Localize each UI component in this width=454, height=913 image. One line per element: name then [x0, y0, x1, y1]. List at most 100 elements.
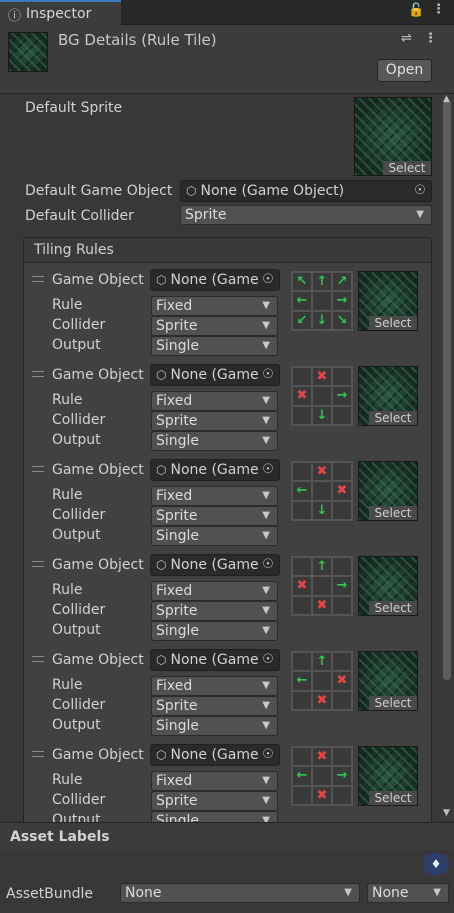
select-button[interactable]: Select [369, 696, 417, 710]
lock-icon[interactable]: 🔓 [408, 3, 424, 18]
rule-sprite-field[interactable]: Select [358, 461, 418, 521]
not-neighbor-x-icon[interactable]: ✖ [312, 690, 332, 710]
arrow-left-icon[interactable]: ← [292, 481, 312, 501]
rule-sprite-field[interactable]: Select [358, 271, 418, 331]
default-collider-dropdown[interactable]: Sprite ▼ [180, 205, 432, 225]
rule-type-dropdown[interactable]: Fixed ▼ [151, 771, 278, 791]
empty-cell[interactable] [292, 652, 312, 672]
rule-game-object-field[interactable]: ⬡ None (Game ☉ [150, 269, 280, 291]
empty-cell[interactable] [292, 785, 312, 805]
not-neighbor-x-icon[interactable]: ✖ [312, 785, 332, 805]
object-picker-icon[interactable]: ☉ [259, 367, 277, 383]
open-button[interactable]: Open [377, 59, 432, 82]
not-neighbor-x-icon[interactable]: ✖ [312, 747, 332, 767]
drag-handle-icon[interactable] [32, 276, 44, 282]
arrow-down-icon[interactable]: ↓ [312, 500, 332, 520]
select-button[interactable]: Select [369, 601, 417, 615]
object-picker-icon[interactable]: ☉ [259, 272, 277, 288]
kebab-menu-icon[interactable]: ⋮ [424, 31, 437, 46]
neighbor-rule-grid[interactable]: ↑ ← ✖ ✖ [291, 651, 353, 711]
arrow-left-icon[interactable]: ← [292, 291, 312, 311]
neighbor-rule-grid[interactable]: ✖ ← ✖ ↓ [291, 461, 353, 521]
output-dropdown[interactable]: Single ▼ [151, 526, 278, 546]
empty-cell[interactable] [312, 386, 332, 406]
empty-cell[interactable] [332, 462, 352, 482]
neighbor-rule-grid[interactable]: ✖ ← → ✖ [291, 746, 353, 806]
empty-cell[interactable] [332, 405, 352, 425]
neighbor-rule-grid[interactable]: ↖ ↑ ↗ ← → ↙ ↓ ↘ [291, 271, 353, 331]
empty-cell[interactable] [292, 595, 312, 615]
empty-cell[interactable] [292, 690, 312, 710]
tag-icon[interactable]: ♦ [423, 853, 449, 875]
output-dropdown[interactable]: Single ▼ [151, 716, 278, 736]
rule-game-object-field[interactable]: ⬡ None (Game ☉ [150, 364, 280, 386]
asset-bundle-variant-dropdown[interactable]: None ▼ [367, 883, 449, 903]
drag-handle-icon[interactable] [32, 656, 44, 662]
collider-dropdown[interactable]: Sprite ▼ [151, 411, 278, 431]
collider-dropdown[interactable]: Sprite ▼ [151, 601, 278, 621]
scrollbar-thumb[interactable] [443, 100, 451, 680]
collider-dropdown[interactable]: Sprite ▼ [151, 506, 278, 526]
empty-cell[interactable] [292, 557, 312, 577]
arrow-up-icon[interactable]: ↑ [312, 272, 332, 292]
neighbor-rule-grid[interactable]: ↑ ✖ → ✖ [291, 556, 353, 616]
object-picker-icon[interactable]: ☉ [259, 462, 277, 478]
scroll-up-icon[interactable]: ▲ [443, 94, 450, 104]
arrow-up-left-icon[interactable]: ↖ [292, 272, 312, 292]
rule-game-object-field[interactable]: ⬡ None (Game ☉ [150, 554, 280, 576]
not-neighbor-x-icon[interactable]: ✖ [292, 576, 312, 596]
drag-handle-icon[interactable] [32, 371, 44, 377]
rule-sprite-field[interactable]: Select [358, 651, 418, 711]
object-picker-icon[interactable]: ☉ [411, 183, 429, 199]
output-dropdown[interactable]: Single ▼ [151, 336, 278, 356]
empty-cell[interactable] [292, 462, 312, 482]
empty-cell[interactable] [292, 747, 312, 767]
empty-cell[interactable] [332, 785, 352, 805]
output-dropdown[interactable]: Single ▼ [151, 431, 278, 451]
arrow-down-icon[interactable]: ↓ [312, 405, 332, 425]
object-picker-icon[interactable]: ☉ [259, 747, 277, 763]
empty-cell[interactable] [332, 595, 352, 615]
rule-type-dropdown[interactable]: Fixed ▼ [151, 296, 278, 316]
rule-sprite-field[interactable]: Select [358, 366, 418, 426]
rule-sprite-field[interactable]: Select [358, 746, 418, 806]
rule-game-object-field[interactable]: ⬡ None (Game ☉ [150, 649, 280, 671]
rule-type-dropdown[interactable]: Fixed ▼ [151, 676, 278, 696]
not-neighbor-x-icon[interactable]: ✖ [312, 367, 332, 387]
not-neighbor-x-icon[interactable]: ✖ [332, 671, 352, 691]
rule-type-dropdown[interactable]: Fixed ▼ [151, 486, 278, 506]
arrow-down-left-icon[interactable]: ↙ [292, 310, 312, 330]
arrow-up-icon[interactable]: ↑ [312, 652, 332, 672]
arrow-up-right-icon[interactable]: ↗ [332, 272, 352, 292]
empty-cell[interactable] [332, 367, 352, 387]
rule-sprite-field[interactable]: Select [358, 556, 418, 616]
tab-inspector[interactable]: ⓘ Inspector [0, 0, 121, 26]
collider-dropdown[interactable]: Sprite ▼ [151, 316, 278, 336]
default-sprite-field[interactable]: Select [354, 97, 432, 176]
select-button[interactable]: Select [369, 506, 417, 520]
rule-game-object-field[interactable]: ⬡ None (Game ☉ [150, 459, 280, 481]
not-neighbor-x-icon[interactable]: ✖ [312, 462, 332, 482]
rule-game-object-field[interactable]: ⬡ None (Game ☉ [150, 744, 280, 766]
arrow-right-icon[interactable]: → [332, 576, 352, 596]
preset-icon[interactable]: ⇌ [401, 31, 412, 46]
arrow-left-icon[interactable]: ← [292, 671, 312, 691]
empty-cell[interactable] [312, 671, 332, 691]
collider-dropdown[interactable]: Sprite ▼ [151, 696, 278, 716]
rule-type-dropdown[interactable]: Fixed ▼ [151, 391, 278, 411]
collider-dropdown[interactable]: Sprite ▼ [151, 791, 278, 811]
empty-cell[interactable] [332, 500, 352, 520]
not-neighbor-x-icon[interactable]: ✖ [312, 595, 332, 615]
empty-cell[interactable] [332, 652, 352, 672]
not-neighbor-x-icon[interactable]: ✖ [332, 481, 352, 501]
empty-cell[interactable] [312, 481, 332, 501]
scroll-down-icon[interactable]: ▼ [443, 808, 450, 818]
empty-cell[interactable] [292, 367, 312, 387]
empty-cell[interactable] [312, 576, 332, 596]
default-game-object-field[interactable]: ⬡ None (Game Object) ☉ [180, 180, 432, 202]
select-button[interactable]: Select [369, 411, 417, 425]
arrow-right-icon[interactable]: → [332, 766, 352, 786]
select-button[interactable]: Select [369, 791, 417, 805]
empty-cell[interactable] [332, 557, 352, 577]
object-picker-icon[interactable]: ☉ [259, 652, 277, 668]
